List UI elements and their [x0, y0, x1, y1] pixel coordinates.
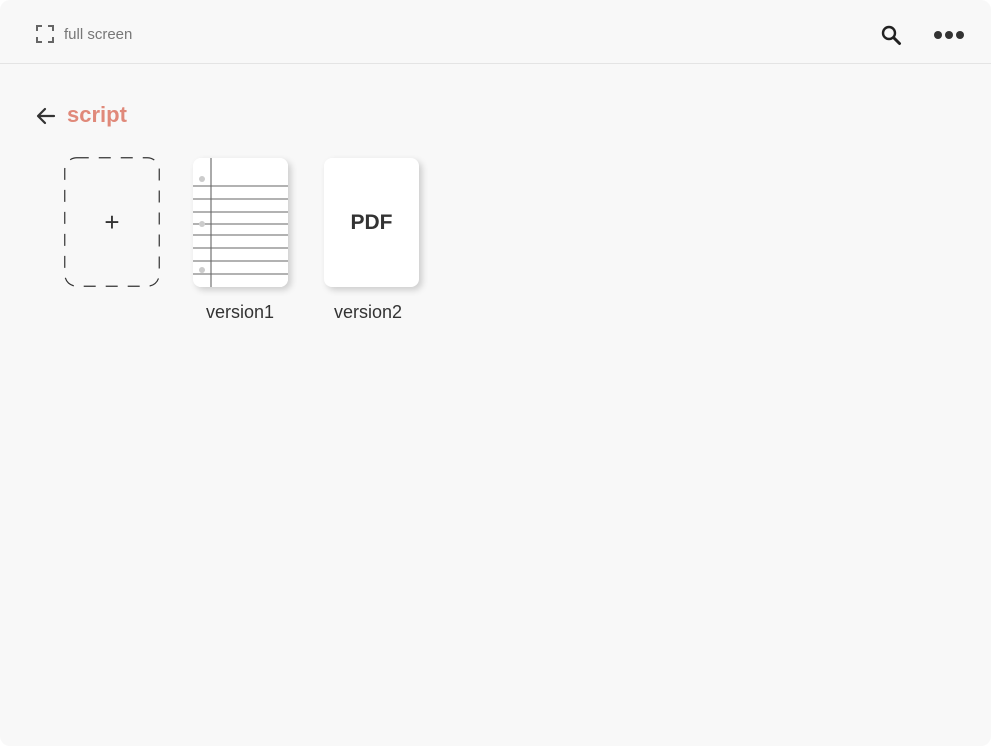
arrow-left-icon	[36, 107, 56, 130]
back-button[interactable]	[36, 106, 56, 126]
file-item-version1[interactable]: version1	[193, 158, 323, 322]
top-toolbar: full screen	[0, 0, 991, 64]
more-options-button[interactable]	[933, 28, 965, 40]
fullscreen-button[interactable]: full screen	[36, 24, 132, 44]
fullscreen-label: full screen	[64, 25, 133, 43]
file-item-version2[interactable]: PDF version2	[324, 158, 454, 322]
add-item-button[interactable]: +	[64, 157, 160, 287]
lined-paper-icon	[193, 158, 288, 287]
expand-icon	[36, 25, 54, 43]
file-thumbnail	[193, 158, 288, 287]
pdf-icon: PDF	[350, 210, 393, 234]
app-window: full screen script + version1 PDF versio…	[0, 0, 991, 746]
folder-title: script	[67, 102, 127, 127]
more-horizontal-icon	[933, 28, 965, 45]
file-name: version1	[206, 302, 275, 322]
search-button[interactable]	[880, 24, 902, 46]
file-name: version2	[334, 302, 403, 322]
file-thumbnail: PDF	[324, 158, 419, 287]
plus-icon: +	[104, 207, 120, 237]
search-icon	[880, 25, 902, 50]
